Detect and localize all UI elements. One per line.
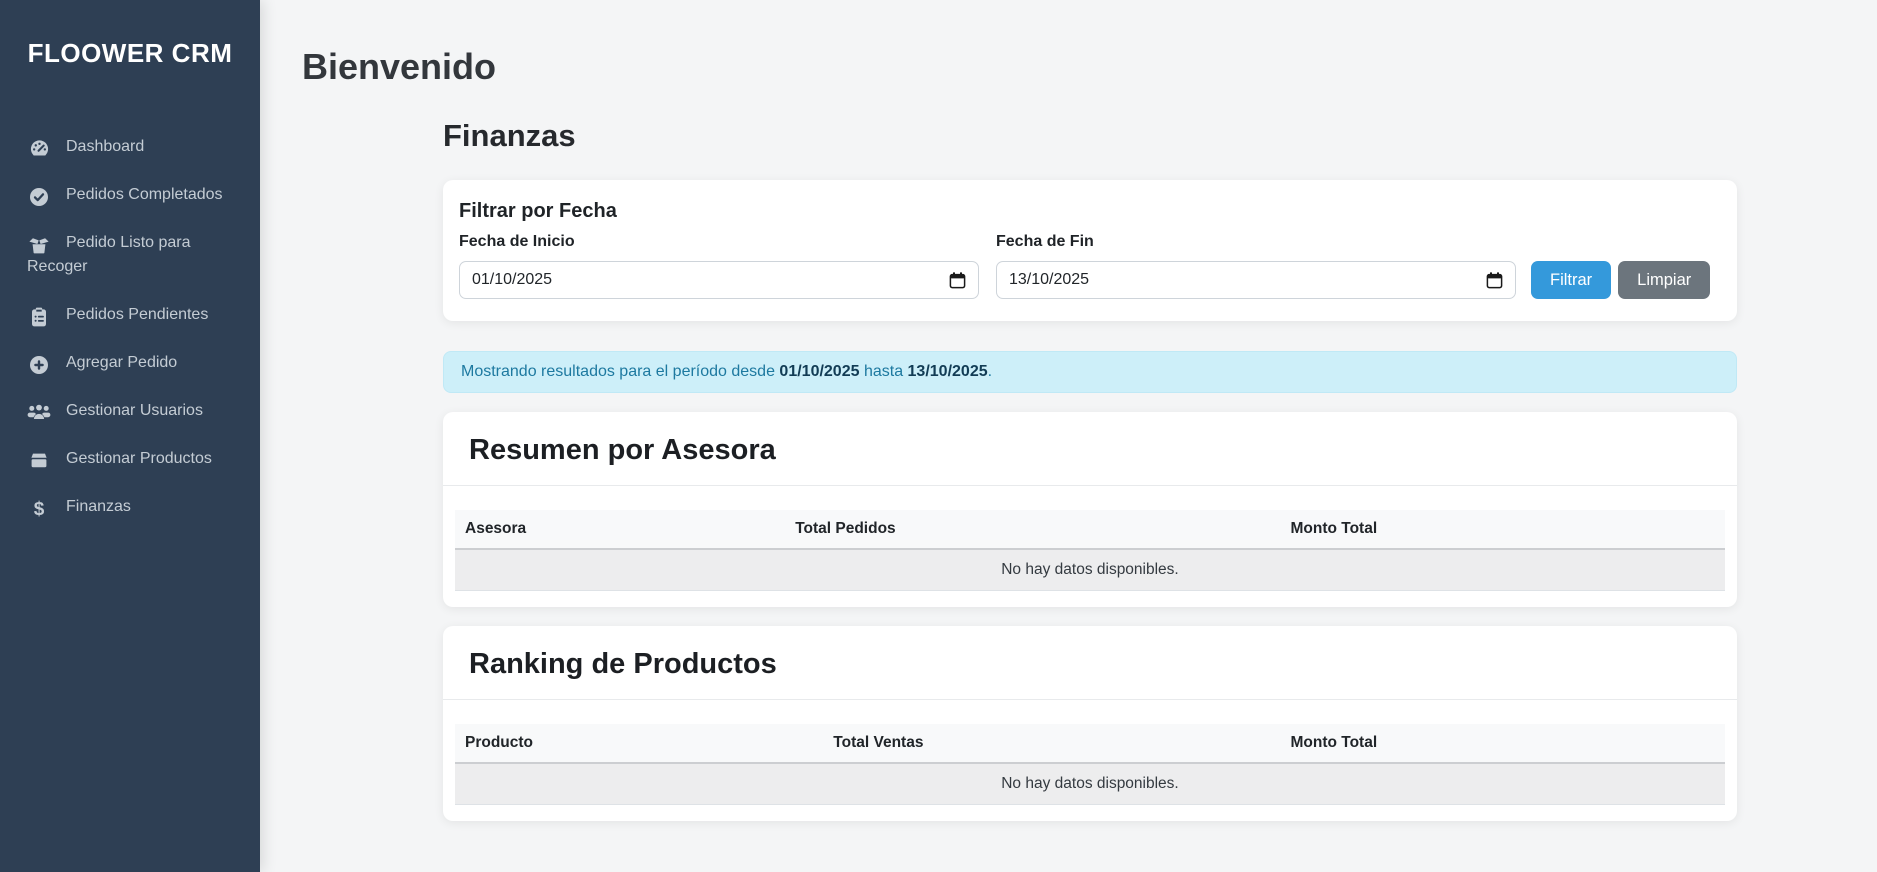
table-header-row: Producto Total Ventas Monto Total	[455, 724, 1725, 763]
table-row: No hay datos disponibles.	[455, 763, 1725, 805]
column-header-asesora: Asesora	[455, 510, 785, 549]
alert-start-date: 01/10/2025	[779, 363, 859, 380]
start-date-value[interactable]	[472, 271, 941, 289]
summary-card-body: Asesora Total Pedidos Monto Total No hay…	[443, 486, 1737, 607]
clipboard-list-icon	[27, 307, 51, 327]
sidebar-item-label: Dashboard	[66, 138, 144, 155]
sidebar-item-pedidos-completados[interactable]: Pedidos Completados	[0, 171, 260, 219]
column-header-total-ventas: Total Ventas	[823, 724, 1280, 763]
sidebar-item-label: Agregar Pedido	[66, 354, 177, 371]
summary-card: Resumen por Asesora Asesora Total Pedido…	[443, 412, 1737, 607]
filtrar-button[interactable]: Filtrar	[1531, 261, 1611, 299]
empty-table-message: No hay datos disponibles.	[455, 763, 1725, 805]
page-title: Bienvenido	[302, 46, 1877, 88]
alert-text: .	[988, 363, 992, 380]
sidebar-item-agregar-pedido[interactable]: Agregar Pedido	[0, 339, 260, 387]
end-date-input[interactable]	[996, 261, 1516, 299]
filter-buttons: Filtrar Limpiar	[1531, 261, 1710, 299]
column-header-producto: Producto	[455, 724, 823, 763]
table-row: No hay datos disponibles.	[455, 549, 1725, 591]
sidebar-item-pedidos-pendientes[interactable]: Pedidos Pendientes	[0, 291, 260, 339]
finanzas-section: Finanzas Filtrar por Fecha Fecha de Inic…	[443, 118, 1737, 821]
main-content: Bienvenido Finanzas Filtrar por Fecha Fe…	[260, 0, 1877, 872]
sidebar-item-gestionar-productos[interactable]: Gestionar Productos	[0, 435, 260, 483]
sidebar-item-label: Pedido Listo para Recoger	[27, 234, 191, 275]
calendar-icon[interactable]	[949, 272, 966, 289]
calendar-icon[interactable]	[1486, 272, 1503, 289]
sidebar-item-label: Gestionar Usuarios	[66, 402, 203, 419]
sidebar: FLOOWER CRM Dashboard Pedidos Completa	[0, 0, 260, 872]
summary-title: Resumen por Asesora	[469, 434, 1711, 467]
filter-title: Filtrar por Fecha	[459, 200, 1721, 223]
start-date-input[interactable]	[459, 261, 979, 299]
empty-table-message: No hay datos disponibles.	[455, 549, 1725, 591]
section-title: Finanzas	[443, 118, 1737, 154]
sidebar-nav: Dashboard Pedidos Completados Pedido Lis…	[0, 123, 260, 531]
alert-end-date: 13/10/2025	[908, 363, 988, 380]
ranking-table: Producto Total Ventas Monto Total No hay…	[455, 724, 1725, 805]
gauge-icon	[27, 139, 51, 159]
ranking-card: Ranking de Productos Producto Total Vent…	[443, 626, 1737, 821]
start-date-field: Fecha de Inicio	[459, 233, 979, 299]
ranking-card-body: Producto Total Ventas Monto Total No hay…	[443, 700, 1737, 821]
sidebar-item-dashboard[interactable]: Dashboard	[0, 123, 260, 171]
box-icon	[27, 451, 51, 471]
app-window: FLOOWER CRM Dashboard Pedidos Completa	[0, 0, 1877, 872]
end-date-value[interactable]	[1009, 271, 1478, 289]
limpiar-button[interactable]: Limpiar	[1618, 261, 1710, 299]
summary-card-header: Resumen por Asesora	[443, 412, 1737, 486]
alert-text: hasta	[860, 363, 908, 380]
ranking-title: Ranking de Productos	[469, 648, 1711, 681]
brand-title: FLOOWER CRM	[0, 0, 260, 69]
sidebar-item-pedido-listo[interactable]: Pedido Listo para Recoger	[0, 219, 260, 291]
end-date-label: Fecha de Fin	[996, 233, 1516, 251]
sidebar-item-label: Gestionar Productos	[66, 450, 212, 467]
sidebar-item-gestionar-usuarios[interactable]: Gestionar Usuarios	[0, 387, 260, 435]
sidebar-item-label: Pedidos Completados	[66, 186, 223, 203]
filter-row: Fecha de Inicio Fecha de F	[459, 233, 1721, 299]
box-open-icon	[27, 235, 51, 255]
start-date-label: Fecha de Inicio	[459, 233, 979, 251]
dollar-icon: $	[27, 499, 51, 519]
ranking-card-header: Ranking de Productos	[443, 626, 1737, 700]
table-header-row: Asesora Total Pedidos Monto Total	[455, 510, 1725, 549]
check-circle-icon	[27, 187, 51, 207]
alert-text: Mostrando resultados para el período des…	[461, 363, 779, 380]
summary-table: Asesora Total Pedidos Monto Total No hay…	[455, 510, 1725, 591]
sidebar-item-label: Finanzas	[66, 498, 131, 515]
column-header-monto-total: Monto Total	[1280, 724, 1725, 763]
plus-circle-icon	[27, 355, 51, 375]
sidebar-item-finanzas[interactable]: $ Finanzas	[0, 483, 260, 531]
end-date-field: Fecha de Fin	[996, 233, 1516, 299]
filter-card: Filtrar por Fecha Fecha de Inicio	[443, 180, 1737, 321]
column-header-monto-total: Monto Total	[1280, 510, 1725, 549]
users-icon	[27, 403, 51, 423]
period-info-alert: Mostrando resultados para el período des…	[443, 351, 1737, 393]
column-header-total-pedidos: Total Pedidos	[785, 510, 1280, 549]
sidebar-item-label: Pedidos Pendientes	[66, 306, 208, 323]
